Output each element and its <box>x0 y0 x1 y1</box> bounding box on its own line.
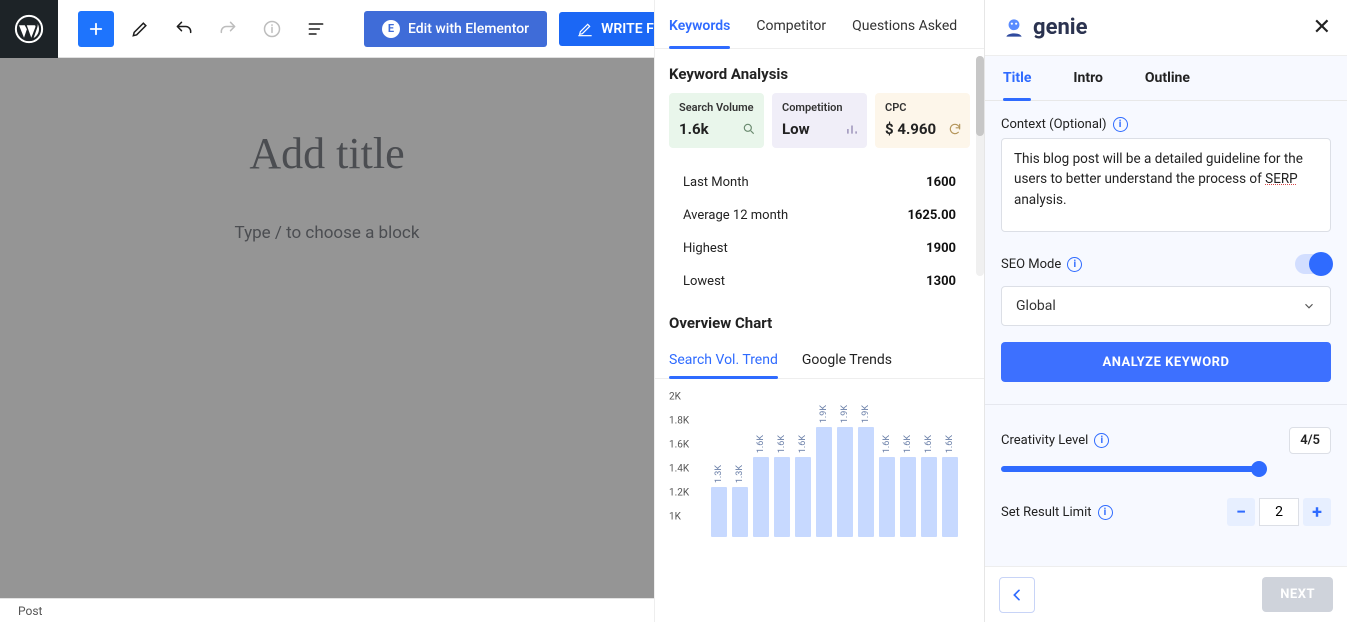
elementor-icon: E <box>382 20 400 38</box>
stat-row: Last Month1600 <box>683 166 956 199</box>
context-label: Context (Optional) <box>1001 117 1107 132</box>
metric-cpc-label: CPC <box>885 101 960 114</box>
genie-panel: genie ✕ Title Intro Outline Context (Opt… <box>984 0 1347 622</box>
chevron-down-icon <box>1302 299 1316 313</box>
search-icon <box>742 121 756 140</box>
genie-body: Context (Optional) i This blog post will… <box>985 101 1347 542</box>
status-bar: Post <box>0 598 654 622</box>
chevron-left-icon <box>1009 587 1025 603</box>
bar-chart-icon <box>845 121 859 140</box>
seo-mode-toggle[interactable] <box>1295 254 1331 274</box>
metric-cpc: CPC $ 4.960 <box>875 93 970 148</box>
analyze-keyword-button[interactable]: ANALYZE KEYWORD <box>1001 342 1331 382</box>
context-textarea[interactable]: This blog post will be a detailed guidel… <box>1001 138 1331 232</box>
overview-tabs: Search Vol. Trend Google Trends <box>655 342 984 379</box>
creativity-value: 4/5 <box>1289 427 1331 454</box>
creativity-slider[interactable] <box>1001 466 1261 472</box>
metric-search-volume: Search Volume 1.6k <box>669 93 764 148</box>
genie-header: genie ✕ <box>985 0 1347 56</box>
title-input-placeholder[interactable]: Add title <box>249 128 404 179</box>
info-icon[interactable]: i <box>1094 433 1109 448</box>
add-block-button[interactable] <box>78 11 114 47</box>
limit-label: Set Result Limit <box>1001 505 1092 520</box>
genie-footer: NEXT <box>985 566 1347 622</box>
metric-sv-label: Search Volume <box>679 101 754 114</box>
seo-mode-label: SEO Mode <box>1001 257 1061 272</box>
metrics-row: Search Volume 1.6k Competition Low CPC $… <box>655 93 984 148</box>
stat-row: Lowest1300 <box>683 265 956 298</box>
stat-list: Last Month1600 Average 12 month1625.00 H… <box>655 148 984 298</box>
keyword-analysis-heading: Keyword Analysis <box>655 49 984 93</box>
undo-icon[interactable] <box>166 11 202 47</box>
result-limit-row: Set Result Limit i − 2 + <box>1001 498 1331 526</box>
tab-outline[interactable]: Outline <box>1145 70 1190 100</box>
context-label-row: Context (Optional) i <box>1001 117 1331 132</box>
tab-questions[interactable]: Questions Asked <box>852 18 957 48</box>
close-icon[interactable]: ✕ <box>1313 15 1331 40</box>
block-slash-hint[interactable]: Type / to choose a block <box>235 223 420 243</box>
back-button[interactable] <box>999 577 1035 613</box>
chart-container: 2K1.8K1.6K1.4K1.2K1K1.3K1.3K1.6K1.6K1.6K… <box>655 379 984 537</box>
elementor-label: Edit with Elementor <box>408 21 529 37</box>
tools-pencil-icon[interactable] <box>122 11 158 47</box>
tab-intro[interactable]: Intro <box>1073 70 1103 100</box>
divider <box>985 404 1347 405</box>
tab-google-trends[interactable]: Google Trends <box>802 352 892 378</box>
info-icon[interactable]: i <box>1098 505 1113 520</box>
refresh-icon <box>948 121 962 140</box>
decrement-button[interactable]: − <box>1227 498 1255 526</box>
redo-icon[interactable] <box>210 11 246 47</box>
genie-tabs: Title Intro Outline <box>985 56 1347 101</box>
tab-keywords[interactable]: Keywords <box>669 18 730 48</box>
list-view-icon[interactable] <box>298 11 334 47</box>
info-icon[interactable]: i <box>1113 117 1128 132</box>
info-icon[interactable]: i <box>1067 257 1082 272</box>
creativity-row: Creativity Level i 4/5 <box>1001 427 1331 454</box>
increment-button[interactable]: + <box>1303 498 1331 526</box>
region-select[interactable]: Global <box>1001 286 1331 326</box>
next-button[interactable]: NEXT <box>1262 577 1333 612</box>
region-value: Global <box>1016 298 1056 314</box>
genie-logo: genie <box>1001 15 1087 41</box>
info-icon[interactable] <box>254 11 290 47</box>
seo-mode-row: SEO Mode i <box>1001 254 1331 274</box>
genie-icon <box>1001 15 1027 41</box>
creativity-label: Creativity Level <box>1001 433 1088 448</box>
stat-row: Highest1900 <box>683 232 956 265</box>
keyword-panel: Keywords Competitor Questions Asked Keyw… <box>654 0 984 622</box>
tab-competitor[interactable]: Competitor <box>756 18 826 48</box>
wordpress-logo[interactable] <box>0 0 58 58</box>
status-breadcrumb: Post <box>18 604 42 618</box>
tab-title[interactable]: Title <box>1003 70 1031 100</box>
keyword-tabs: Keywords Competitor Questions Asked <box>655 0 984 49</box>
pen-icon <box>577 21 593 37</box>
stat-row: Average 12 month1625.00 <box>683 199 956 232</box>
limit-value[interactable]: 2 <box>1259 498 1299 526</box>
result-limit-stepper: − 2 + <box>1227 498 1331 526</box>
editor-canvas-overlay: Add title Type / to choose a block <box>0 58 654 622</box>
metric-cp-label: Competition <box>782 101 857 114</box>
overview-chart-heading: Overview Chart <box>655 298 984 342</box>
metric-competition: Competition Low <box>772 93 867 148</box>
edit-with-elementor-button[interactable]: E Edit with Elementor <box>364 11 547 47</box>
tab-search-vol-trend[interactable]: Search Vol. Trend <box>669 352 778 378</box>
scrollbar[interactable] <box>976 56 984 276</box>
